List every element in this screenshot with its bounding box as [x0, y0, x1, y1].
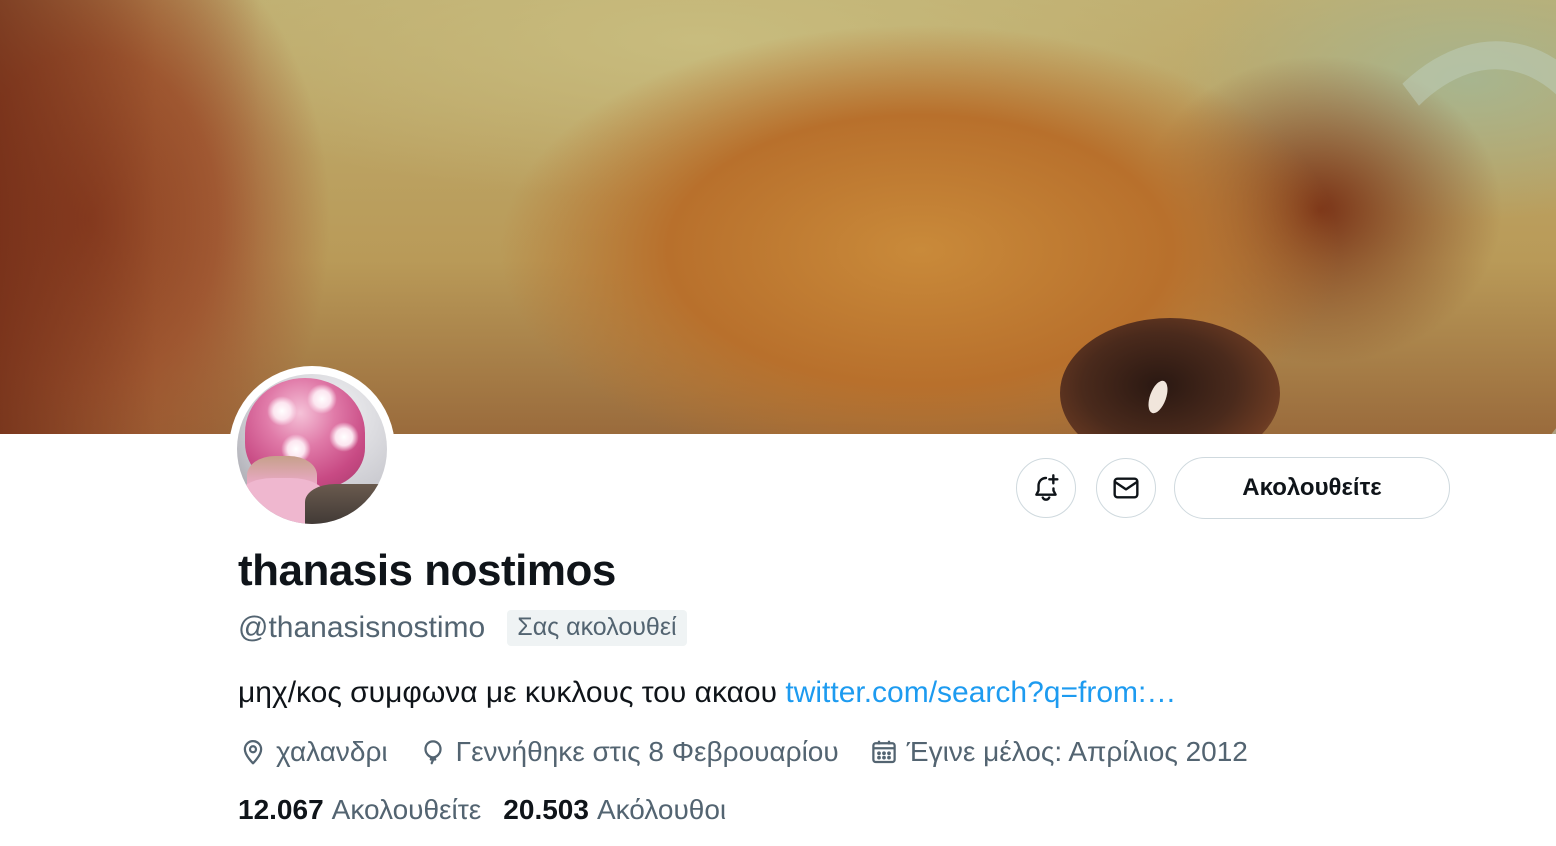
avatar-flower — [329, 422, 359, 452]
followers-stat-link[interactable]: 20.503 Ακόλουθοι — [503, 794, 726, 826]
location-item: χαλανδρι — [238, 736, 388, 768]
bio-link[interactable]: twitter.com/search?q=from:… — [785, 676, 1176, 709]
birthday-text: Γεννήθηκε στις 8 Φεβρουαρίου — [455, 736, 839, 767]
profile-stats: 12.067 Ακολουθείτε 20.503 Ακόλουθοι — [238, 790, 748, 830]
follows-you-badge: Σας ακολουθεί — [507, 610, 687, 646]
following-count: 12.067 — [238, 794, 324, 825]
following-button[interactable]: Ακολουθείτε — [1174, 457, 1450, 519]
message-button[interactable] — [1096, 458, 1156, 518]
joined-text: Έγινε μέλος: Απρίλιος 2012 — [906, 736, 1248, 767]
location-text: χαλανδρι — [276, 736, 388, 767]
location-pin-icon — [243, 740, 263, 765]
bio-text: μηχ/κος συμφωνα με κυκλους του ακαου — [238, 676, 786, 709]
following-stat-link[interactable]: 12.067 Ακολουθείτε — [238, 794, 481, 826]
profile-bio: μηχ/κος συμφωνα με κυκλους του ακαου twi… — [238, 676, 1176, 710]
birthday-item: Γεννήθηκε στις 8 Φεβρουαρίου — [418, 736, 839, 768]
joined-item: Έγινε μέλος: Απρίλιος 2012 — [869, 736, 1248, 768]
notifications-button[interactable] — [1016, 458, 1076, 518]
followers-label: Ακόλουθοι — [596, 794, 727, 825]
avatar[interactable] — [237, 374, 387, 524]
avatar-frame — [229, 366, 395, 532]
bell-plus-icon — [1035, 474, 1059, 501]
banner-rim — [1288, 20, 1556, 434]
envelope-icon — [1113, 477, 1139, 499]
profile-page: Ακολουθείτε thanasis nostimos @thanasisn… — [0, 0, 1556, 846]
balloon-icon — [424, 740, 442, 765]
user-handle: @thanasisnostimo — [238, 611, 486, 644]
avatar-coat — [305, 484, 387, 524]
profile-meta: χαλανδρι Γεννήθηκε στις 8 Φεβρουαρίου Έγ… — [238, 732, 1278, 772]
profile-banner-image[interactable] — [0, 0, 1556, 434]
banner-eye — [1060, 318, 1280, 434]
avatar-flower — [267, 396, 297, 426]
calendar-icon — [871, 740, 896, 764]
handle-row: @thanasisnostimo Σας ακολουθεί — [238, 608, 687, 648]
following-label: Ακολουθείτε — [331, 794, 482, 825]
banner-shadow — [0, 0, 260, 434]
followers-count: 20.503 — [503, 794, 589, 825]
display-name: thanasis nostimos — [238, 546, 616, 595]
avatar-flower — [307, 384, 337, 414]
